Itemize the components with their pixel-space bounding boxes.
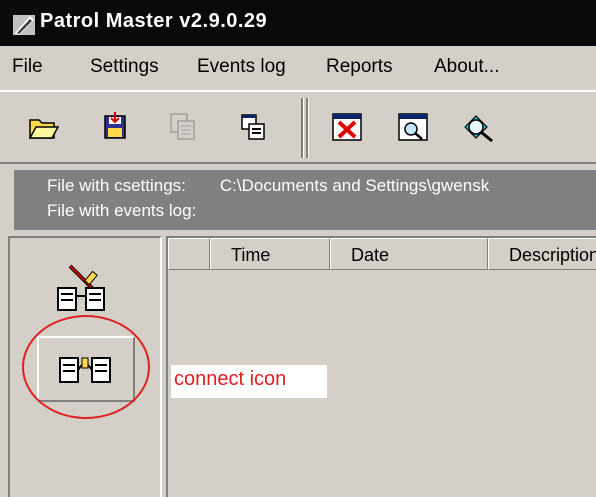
window-title: Patrol Master v2.9.0.29 [40,10,268,32]
menu-file[interactable]: File [12,56,43,78]
events-file-label: File with events log: [47,201,197,220]
column-header-date[interactable]: Date [330,238,488,270]
column-header-time[interactable]: Time [210,238,330,270]
disconnect-icon[interactable] [54,260,116,316]
menu-about[interactable]: About... [434,56,500,78]
column-header-description[interactable]: Description [488,238,596,270]
annotation-circle [22,315,150,419]
annotation-label: connect icon [171,365,327,398]
menu-reports[interactable]: Reports [326,56,393,78]
settings-file-path: C:\Documents and Settings\gwensk [219,176,490,195]
toolbar-separator [301,98,304,158]
toolbar [0,90,596,164]
menu-events-log[interactable]: Events log [197,56,286,78]
search-window-icon[interactable] [396,110,430,144]
file-info-bar: File with csettings: C:\Documents and Set… [14,170,596,230]
menu-settings[interactable]: Settings [90,56,159,78]
settings-file-line: File with csettings: C:\Documents and Set… [47,176,489,196]
print-window-icon[interactable] [236,110,270,144]
delete-window-icon[interactable] [330,110,364,144]
table-header: Time Date Description [168,238,596,272]
toolbar-separator [306,98,309,158]
magnifier-icon[interactable] [462,110,496,144]
disabled-copy-icon[interactable] [166,110,200,144]
open-folder-icon[interactable] [26,110,60,144]
title-bar: Patrol Master v2.9.0.29 [0,0,596,46]
column-header-blank[interactable] [168,238,210,270]
settings-file-label: File with csettings: [47,176,186,195]
save-disk-icon[interactable] [98,110,132,144]
patrol-master-app-icon [13,15,35,35]
menu-bar: File Settings Events log Reports About..… [0,46,596,90]
